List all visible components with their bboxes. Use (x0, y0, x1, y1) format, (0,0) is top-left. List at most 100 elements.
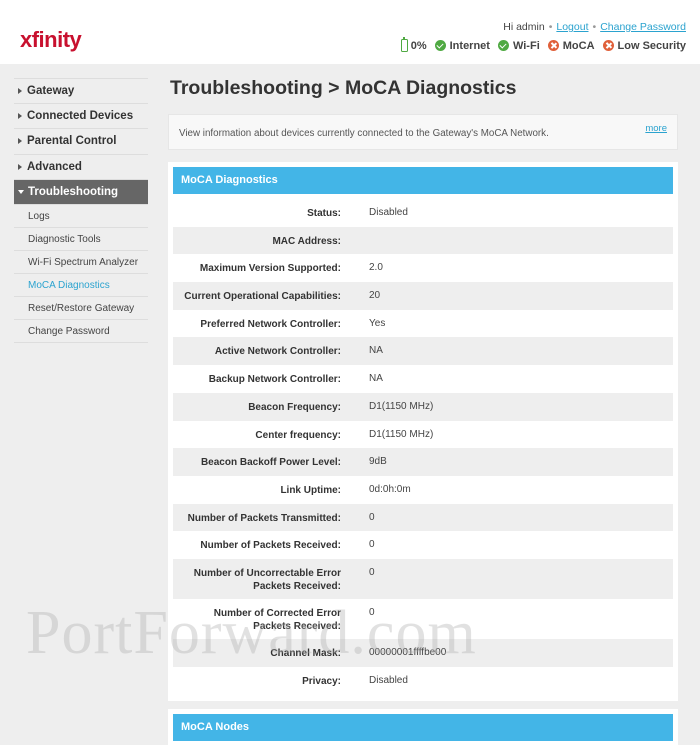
sidebar-item-label: Parental Control (27, 135, 117, 148)
sidebar-item-label: Gateway (27, 84, 75, 97)
moca-diagnostics-card: MoCA Diagnostics Status: Disabled MAC Add… (168, 162, 678, 701)
row-label: Number of Uncorrectable Error Packets Re… (193, 567, 341, 592)
row-label: Preferred Network Controller: (200, 318, 341, 330)
table-row: Beacon Frequency: D1(1150 MHz) (173, 392, 673, 421)
table-row: Maximum Version Supported: 2.0 (173, 254, 673, 282)
xfinity-logo[interactable]: xfinity (20, 27, 82, 53)
battery-icon (400, 37, 408, 52)
chevron-right-icon (18, 87, 22, 94)
table-row: Link Uptime: 0d:0h:0m (173, 476, 673, 504)
check-circle-icon (434, 40, 446, 51)
security-status-label: Low Security (617, 39, 686, 52)
row-value: 2.0 (369, 262, 383, 274)
row-value: NA (369, 345, 383, 357)
row-label: Active Network Controller: (214, 346, 341, 358)
table-row: Beacon Backoff Power Level: 9dB (173, 448, 673, 476)
table-row: Backup Network Controller: NA (173, 365, 673, 393)
more-link[interactable]: more (645, 123, 667, 134)
moca-status[interactable]: MoCA (547, 39, 595, 52)
chevron-right-icon (18, 163, 22, 170)
sidebar-subitem-reset-restore-gateway[interactable]: Reset/Restore Gateway (14, 297, 148, 320)
row-label: Link Uptime: (280, 484, 341, 496)
security-status[interactable]: Low Security (602, 39, 686, 52)
content-area: Gateway Connected Devices Parental Contr… (0, 64, 700, 745)
separator-dot: • (548, 21, 553, 33)
table-row: MAC Address: (173, 226, 673, 255)
top-header: xfinity Hi admin • Logout • Change Password … (0, 0, 700, 64)
internet-status[interactable]: Internet (434, 39, 490, 52)
row-value: 00000001ffffbe00 (369, 646, 447, 658)
row-label: Channel Mask: (270, 647, 341, 659)
internet-status-label: Internet (449, 39, 490, 52)
check-circle-icon (497, 40, 509, 51)
sidebar-subitem-change-password[interactable]: Change Password (14, 320, 148, 343)
table-row: Preferred Network Controller: Yes (173, 310, 673, 338)
row-value: 0 (369, 606, 375, 618)
table-row: Current Operational Capabilities: 20 (173, 282, 673, 310)
diagnostics-table: Status: Disabled MAC Address: Maximum Ver… (173, 199, 673, 694)
wifi-status[interactable]: Wi-Fi (497, 39, 540, 52)
table-row: Number of Corrected Error Packets Receiv… (173, 599, 673, 639)
row-value: NA (369, 373, 383, 385)
row-value: 0 (369, 539, 375, 551)
row-label: Number of Packets Received: (200, 540, 341, 552)
wifi-status-label: Wi-Fi (512, 39, 540, 52)
row-label: Number of Packets Transmitted: (187, 512, 341, 524)
section-header: MoCA Nodes (173, 714, 673, 741)
sidebar-subitem-logs[interactable]: Logs (14, 205, 148, 228)
table-row: Number of Packets Received: 0 (173, 531, 673, 559)
separator-dot: • (592, 21, 597, 33)
sidebar-item-gateway[interactable]: Gateway (14, 78, 148, 104)
battery-status[interactable]: 0% (400, 37, 427, 52)
x-circle-icon (547, 40, 559, 51)
row-label: Status: (307, 208, 341, 219)
chevron-right-icon (18, 138, 22, 145)
x-circle-icon (602, 40, 614, 51)
row-value: 0 (369, 511, 375, 523)
table-row: Privacy: Disabled (173, 667, 673, 695)
row-label: Beacon Backoff Power Level: (200, 457, 341, 469)
sidebar-item-label: Troubleshooting (28, 186, 119, 198)
row-value: D1(1150 MHz) (369, 400, 434, 412)
change-password-link[interactable]: Change Password (600, 21, 686, 33)
sidebar-item-advanced[interactable]: Advanced (14, 155, 148, 180)
row-value: 0 (369, 566, 375, 578)
user-bar: Hi admin • Logout • Change Password (503, 21, 686, 33)
row-value: 9dB (369, 456, 387, 468)
row-value: 20 (369, 290, 381, 302)
page-title: Troubleshooting > MoCA Diagnostics (170, 77, 517, 99)
chevron-down-icon (18, 190, 24, 194)
row-label: Current Operational Capabilities: (184, 291, 341, 303)
sidebar-item-connected-devices[interactable]: Connected Devices (14, 104, 148, 129)
sidebar-item-troubleshooting[interactable]: Troubleshooting (14, 180, 148, 205)
battery-level: 0% (410, 39, 427, 52)
row-value: Disabled (369, 674, 408, 686)
row-label: Backup Network Controller: (208, 374, 341, 386)
table-row: Number of Packets Transmitted: 0 (173, 503, 673, 532)
row-label: MAC Address: (272, 235, 341, 247)
row-label: Beacon Frequency: (248, 401, 341, 413)
logout-link[interactable]: Logout (556, 21, 588, 33)
sidebar-subitem-moca-diagnostics[interactable]: MoCA Diagnostics (14, 274, 148, 297)
section-header: MoCA Diagnostics (173, 167, 673, 194)
table-row: Center frequency: D1(1150 MHz) (173, 421, 673, 449)
sidebar-item-label: Advanced (27, 160, 82, 173)
sidebar-nav: Gateway Connected Devices Parental Contr… (14, 78, 148, 343)
table-row: Status: Disabled (173, 199, 673, 227)
info-box: View information about devices currently… (168, 114, 678, 150)
info-text: View information about devices currently… (179, 128, 549, 139)
row-value: Yes (369, 317, 386, 329)
table-row: Number of Uncorrectable Error Packets Re… (173, 558, 673, 599)
table-row: Channel Mask: 00000001ffffbe00 (173, 638, 673, 667)
greeting-text: Hi admin (503, 21, 545, 33)
row-value: D1(1150 MHz) (369, 428, 434, 440)
sidebar-subitem-diagnostic-tools[interactable]: Diagnostic Tools (14, 228, 148, 251)
row-label: Maximum Version Supported: (199, 263, 341, 275)
row-label: Privacy: (302, 675, 341, 687)
row-label: Number of Corrected Error Packets Receiv… (213, 607, 341, 632)
sidebar-item-parental-control[interactable]: Parental Control (14, 129, 148, 155)
sidebar-subitem-wifi-spectrum-analyzer[interactable]: Wi-Fi Spectrum Analyzer (14, 251, 148, 274)
table-row: Active Network Controller: NA (173, 337, 673, 366)
moca-nodes-card: MoCA Nodes (168, 709, 678, 745)
moca-status-label: MoCA (562, 39, 595, 52)
